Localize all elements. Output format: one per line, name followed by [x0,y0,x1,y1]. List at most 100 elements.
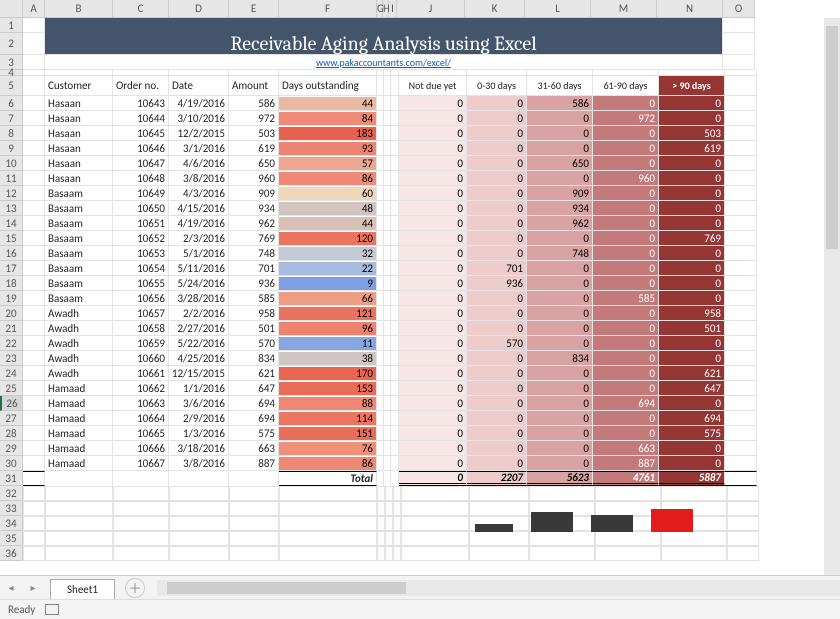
cell-bucket-0[interactable]: 0 [399,201,467,216]
cell[interactable] [391,126,399,141]
row-header-25[interactable]: 25 [0,381,23,396]
cell[interactable] [529,546,595,561]
cell-bucket-0[interactable]: 0 [399,291,467,306]
cell-bucket-0[interactable]: 0 [399,426,467,441]
row-header-34[interactable]: 34 [0,516,23,531]
cell-order[interactable]: 10659 [113,336,169,351]
vertical-scrollbar[interactable] [824,18,840,575]
cell[interactable] [401,516,469,531]
cell-bucket-0[interactable]: 0 [399,171,467,186]
cell[interactable] [727,531,759,546]
cell-customer[interactable]: Hasaan [45,96,113,111]
cell-bucket-1[interactable]: 0 [467,411,527,426]
cell-order[interactable]: 10662 [113,381,169,396]
cell-bucket-2[interactable]: 962 [527,216,593,231]
cell[interactable] [391,321,399,336]
sheet-tab-active[interactable]: Sheet1 [50,579,115,599]
cell[interactable] [279,531,377,546]
cell-order[interactable]: 10661 [113,366,169,381]
cell-bucket-4[interactable]: 0 [659,201,725,216]
cell-bucket-3[interactable]: 0 [593,351,659,366]
cell[interactable] [391,201,399,216]
cell[interactable] [384,96,391,111]
cell-date[interactable]: 4/25/2016 [169,351,229,366]
col-header-B[interactable]: B [45,0,113,18]
cell[interactable] [725,141,757,156]
cell[interactable] [595,531,661,546]
cell[interactable] [23,366,45,381]
cell-bucket-2[interactable]: 0 [527,366,593,381]
cell-customer[interactable]: Basaam [45,246,113,261]
cell-bucket-4[interactable]: 575 [659,426,725,441]
cell[interactable] [384,456,391,471]
hdr-amount[interactable]: Amount [229,76,279,96]
cell-bucket-1[interactable]: 0 [467,456,527,471]
cell[interactable] [385,516,393,531]
cell[interactable] [725,261,757,276]
cell[interactable] [391,411,399,426]
cell[interactable] [169,546,229,561]
cell[interactable] [384,276,391,291]
cell[interactable] [391,261,399,276]
cell-bucket-0[interactable]: 0 [399,111,467,126]
cell[interactable] [45,486,113,501]
cell-order[interactable]: 10643 [113,96,169,111]
cell-days[interactable]: 11 [279,336,377,351]
cell-bucket-4[interactable]: 0 [659,186,725,201]
cell-amount[interactable]: 619 [229,141,279,156]
cell[interactable] [725,426,757,441]
cell-date[interactable]: 2/3/2016 [169,231,229,246]
cell-customer[interactable]: Hamaad [45,441,113,456]
row-header-17[interactable]: 17 [0,261,23,276]
macro-record-icon[interactable] [45,604,59,615]
row-header-1[interactable]: 1 [0,18,23,33]
cell-days[interactable]: 88 [279,396,377,411]
cell[interactable] [377,111,384,126]
cell[interactable] [113,546,169,561]
cell-bucket-0[interactable]: 0 [399,261,467,276]
total-bucket-1[interactable]: 2207 [467,471,527,486]
cell-bucket-4[interactable]: 958 [659,306,725,321]
row-header-32[interactable]: 32 [0,486,23,501]
total-bucket-2[interactable]: 5623 [527,471,593,486]
cell-amount[interactable]: 962 [229,216,279,231]
cell-bucket-1[interactable]: 0 [467,96,527,111]
tab-nav-prev[interactable]: ◂ [0,577,22,599]
cell-bucket-1[interactable]: 0 [467,186,527,201]
cell-bucket-0[interactable]: 0 [399,381,467,396]
cell-amount[interactable]: 647 [229,381,279,396]
cell-bucket-3[interactable]: 0 [593,126,659,141]
cell[interactable] [279,486,377,501]
cell-bucket-2[interactable]: 0 [527,441,593,456]
cell[interactable] [377,76,384,96]
cell[interactable] [401,501,469,516]
cell[interactable] [377,426,384,441]
cell-amount[interactable]: 934 [229,201,279,216]
cell-order[interactable]: 10646 [113,141,169,156]
cell-bucket-3[interactable]: 0 [593,381,659,396]
cell[interactable] [725,156,757,171]
cell[interactable] [384,336,391,351]
cell[interactable] [45,531,113,546]
cell-customer[interactable]: Hasaan [45,141,113,156]
row-header-23[interactable]: 23 [0,351,23,366]
cell-bucket-0[interactable]: 0 [399,456,467,471]
total-bucket-3[interactable]: 4761 [593,471,659,486]
cell-bucket-0[interactable]: 0 [399,96,467,111]
cell-bucket-4[interactable]: 0 [659,456,725,471]
cell-bucket-2[interactable]: 0 [527,396,593,411]
col-header-E[interactable]: E [229,0,279,18]
cell[interactable] [229,486,279,501]
cell-amount[interactable]: 570 [229,336,279,351]
cell[interactable] [23,111,45,126]
cell[interactable] [23,18,45,33]
cell[interactable] [45,546,113,561]
row-header-36[interactable]: 36 [0,546,23,561]
cell[interactable] [725,456,757,471]
v-scroll-thumb[interactable] [826,26,838,249]
cell[interactable] [229,471,279,486]
cell[interactable] [377,546,385,561]
cell[interactable] [377,486,385,501]
cell[interactable] [377,96,384,111]
cell[interactable] [23,336,45,351]
